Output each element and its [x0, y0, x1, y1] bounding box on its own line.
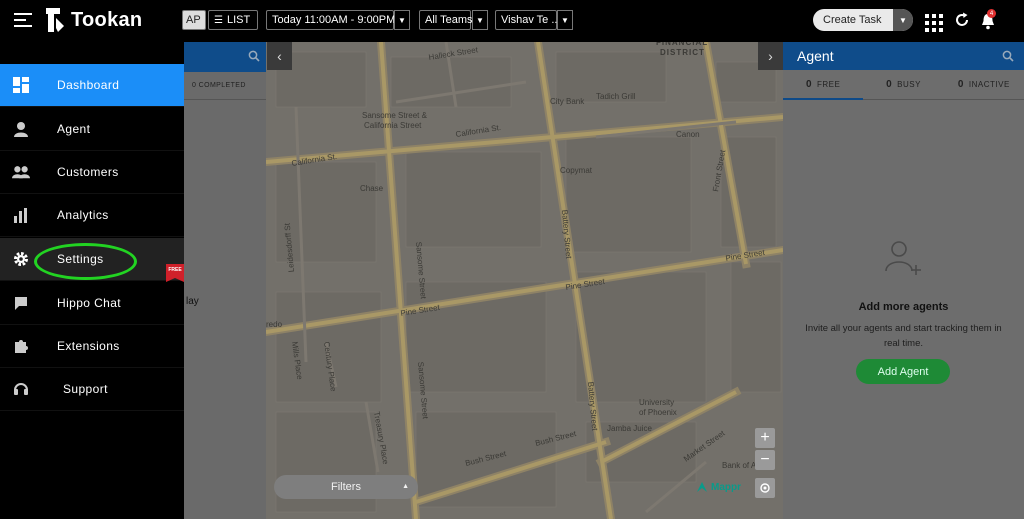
sidebar-item-hippo-chat[interactable]: Hippo Chat [0, 282, 184, 325]
user-select[interactable]: Vishav Te .. [495, 10, 557, 30]
create-task-button[interactable]: Create Task ▼ [813, 9, 913, 31]
list-view-button[interactable]: ☰ LIST [208, 10, 258, 30]
empty-state-title: Add more agents [858, 301, 949, 313]
map[interactable]: FINANCIAL DISTRICT Halleck Street Califo… [266, 42, 783, 519]
add-agent-button[interactable]: Add Agent [856, 359, 950, 384]
place-label: Bank of A [722, 461, 757, 470]
place-label: City Bank [550, 97, 585, 106]
empty-state-text: Invite all your agents and start trackin… [805, 323, 1002, 349]
sidebar-item-support[interactable]: Support [0, 368, 184, 411]
place-label: Tadich Grill [596, 92, 636, 101]
place-label: Canon [676, 130, 700, 139]
date-range-caret-icon[interactable]: ▼ [394, 10, 410, 30]
tab-free[interactable]: 0 FREE [783, 70, 863, 99]
place-label: California Street [364, 121, 422, 130]
chevron-up-icon: ▲ [402, 483, 409, 490]
chat-icon [12, 294, 30, 312]
tab-inactive[interactable]: 0 INACTIVE [944, 70, 1024, 99]
agent-panel: Agent 0 FREE 0 BUSY 0 INACTIVE [783, 42, 1024, 519]
settings-highlight-circle [34, 243, 137, 280]
sidebar-item-dashboard[interactable]: Dashboard [0, 64, 184, 107]
gear-icon [12, 250, 30, 268]
user-caret-icon[interactable]: ▼ [557, 10, 573, 30]
map-prev-button[interactable]: ‹ [267, 42, 292, 70]
menu-icon[interactable] [14, 13, 32, 27]
search-icon[interactable] [1002, 50, 1014, 62]
headset-icon [12, 380, 30, 398]
sidebar-item-agent[interactable]: Agent [0, 108, 184, 151]
app-name: Tookan [71, 8, 143, 31]
zoom-out-button[interactable]: − [755, 450, 775, 470]
zoom-in-button[interactable]: + [755, 428, 775, 448]
place-label: Jamba Juice [607, 424, 652, 433]
teams-caret-icon[interactable]: ▼ [472, 10, 488, 30]
map-canvas[interactable]: FINANCIAL DISTRICT Halleck Street Califo… [266, 42, 783, 519]
locate-button[interactable] [755, 478, 775, 498]
completed-tab[interactable]: 0 COMPLETED [184, 72, 266, 100]
refresh-icon[interactable] [954, 12, 970, 28]
agent-icon [12, 120, 30, 138]
tookan-logo-icon [46, 8, 64, 32]
filters-button[interactable]: Filters ▲ [274, 475, 418, 499]
place-label: University [639, 398, 674, 407]
apps-grid-icon[interactable] [925, 14, 943, 32]
tasks-panel-header [184, 42, 266, 72]
notification-badge: 4 [987, 9, 996, 18]
agent-tabs: 0 FREE 0 BUSY 0 INACTIVE [783, 70, 1024, 100]
map-view-button[interactable]: AP [182, 10, 206, 30]
active-tab-indicator [783, 98, 863, 100]
svg-text:FINANCIAL DISTRICT: FINANCIAL DISTRICT [656, 42, 711, 57]
tab-busy[interactable]: 0 BUSY [863, 70, 943, 99]
place-label: Copymat [560, 166, 593, 175]
place-label: of Phoenix [639, 408, 677, 417]
create-task-caret-icon[interactable]: ▼ [893, 9, 913, 31]
dashboard-icon [12, 76, 30, 94]
street-label: California St. [455, 123, 502, 139]
customers-icon [12, 163, 30, 181]
sidebar-item-analytics[interactable]: Analytics [0, 194, 184, 237]
mappr-brand: Mappr [696, 481, 741, 493]
sidebar-item-customers[interactable]: Customers [0, 151, 184, 194]
logo[interactable]: Tookan [44, 6, 142, 34]
top-bar: Tookan AP ☰ LIST Today 11:00AM - 9:00PM … [0, 0, 1024, 42]
puzzle-icon [12, 337, 30, 355]
task-text-fragment: lay [186, 296, 199, 307]
sidebar-item-extensions[interactable]: Extensions [0, 325, 184, 368]
search-icon[interactable] [248, 50, 260, 62]
list-icon: ☰ [214, 14, 223, 26]
place-label: Sansome Street & [362, 111, 428, 120]
agent-panel-header: Agent [783, 42, 1024, 70]
add-agent-icon [885, 241, 921, 275]
district-label: FINANCIAL [656, 42, 708, 47]
place-label: redo [266, 320, 283, 329]
analytics-icon [12, 206, 30, 224]
mappr-logo-icon [697, 482, 707, 492]
date-range-select[interactable]: Today 11:00AM - 9:00PM [266, 10, 395, 30]
place-label: Chase [360, 184, 384, 193]
teams-select[interactable]: All Teams [419, 10, 472, 30]
map-next-button[interactable]: › [758, 42, 783, 70]
tasks-panel: 0 COMPLETED [184, 42, 266, 519]
crosshair-icon [760, 483, 770, 493]
